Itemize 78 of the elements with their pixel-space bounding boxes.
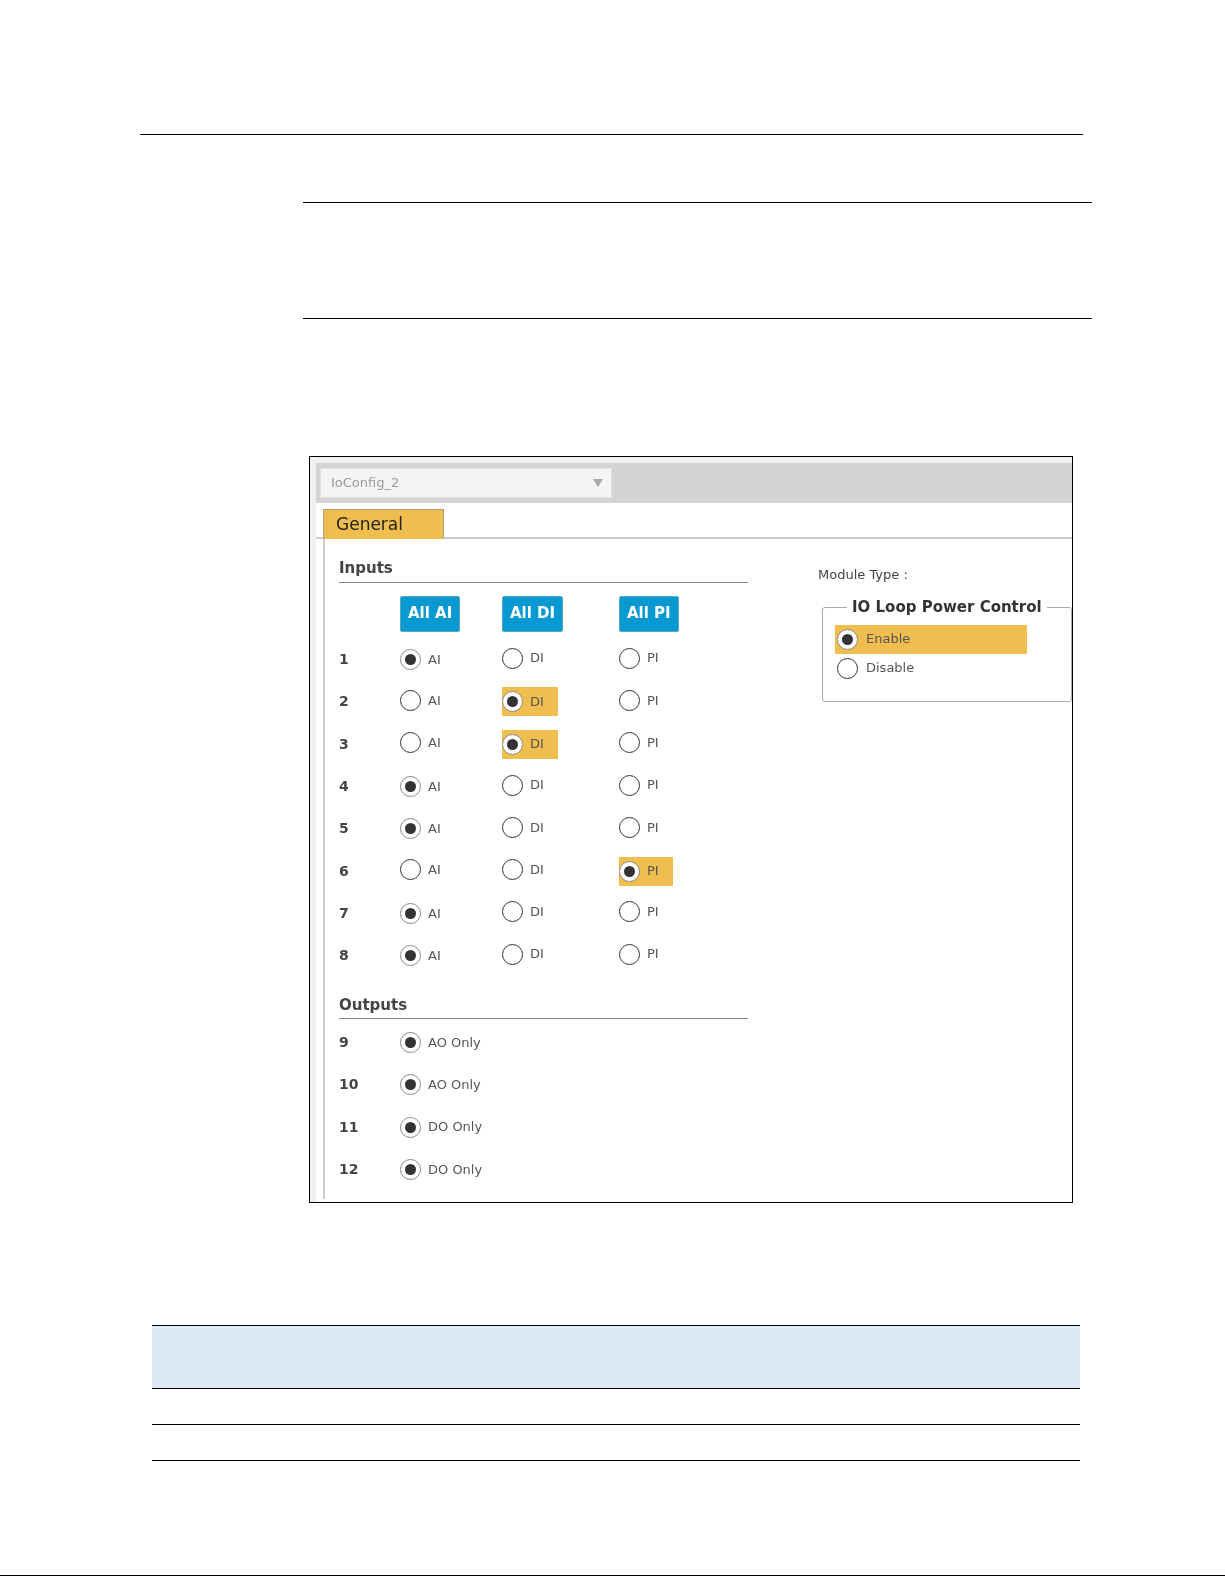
radio-label: AO Only (428, 1033, 481, 1052)
radio-button[interactable] (502, 901, 523, 923)
radio-button[interactable] (619, 774, 640, 796)
radio-label: PI (647, 945, 659, 964)
radio-label: AI (428, 777, 441, 796)
radio-label: AI (428, 904, 441, 923)
radio-button[interactable] (400, 1032, 421, 1053)
radio-button[interactable] (502, 816, 523, 838)
radio-button[interactable] (619, 901, 640, 923)
radio-button[interactable] (400, 1074, 421, 1096)
radio-button[interactable] (502, 647, 523, 669)
radio-label: AI (428, 860, 441, 879)
radio-button[interactable] (400, 732, 421, 754)
radio-button[interactable] (400, 776, 421, 798)
row-number: 3 (339, 734, 350, 754)
radio-button[interactable] (400, 859, 421, 881)
radio-label: PI (647, 734, 659, 752)
radio-label: DO Only (428, 1118, 483, 1137)
section-heading: Inputs (339, 557, 748, 583)
radio-button[interactable] (400, 818, 421, 840)
radio-button[interactable] (619, 943, 640, 965)
radio-label: AI (428, 734, 441, 752)
caret-icon (593, 479, 603, 487)
radio-button[interactable] (502, 943, 523, 965)
radio-button[interactable] (619, 647, 640, 669)
radio-label: DI (530, 903, 544, 922)
radio-label: AO Only (428, 1076, 481, 1095)
radio-label: AI (428, 650, 441, 669)
radio-label: PI (647, 862, 659, 881)
dropdown-value: IoConfig_2 (331, 474, 400, 493)
radio-button[interactable] (837, 657, 858, 679)
radio-button[interactable] (400, 1158, 421, 1180)
radio-label: AI (428, 820, 441, 839)
row-number: 11 (339, 1117, 360, 1137)
row-number: 8 (339, 946, 350, 966)
radio-label: DI (530, 945, 544, 964)
radio-label: PI (647, 818, 659, 837)
row-number: 7 (339, 903, 350, 923)
row-number: 6 (339, 861, 350, 881)
section-heading: Outputs (339, 993, 748, 1020)
tab[interactable]: General (323, 509, 444, 539)
radio-label: Disable (866, 659, 915, 678)
radio-label: DI (530, 860, 544, 879)
radio-button[interactable] (619, 732, 640, 754)
radio-label: PI (647, 691, 659, 710)
radio-label: DI (530, 776, 544, 795)
select-all-button[interactable]: All PI (619, 595, 679, 632)
row-number: 12 (339, 1159, 360, 1179)
radio-button[interactable] (400, 649, 421, 671)
radio-label: DO Only (428, 1160, 483, 1179)
radio-button[interactable] (400, 902, 421, 924)
row-number: 9 (339, 1033, 350, 1052)
radio-button[interactable] (400, 1116, 421, 1138)
radio-label: DI (530, 649, 544, 668)
radio-label: AI (428, 691, 441, 710)
radio-label: DI (530, 735, 544, 754)
radio-label: PI (647, 649, 659, 668)
radio-label: AI (428, 946, 441, 965)
row-number: 1 (339, 650, 350, 670)
config-dropdown[interactable]: IoConfig_2 (320, 468, 612, 498)
row-number: 5 (339, 819, 350, 839)
radio-label: PI (647, 776, 659, 795)
radio-button[interactable] (400, 945, 421, 967)
radio-button[interactable] (619, 689, 640, 711)
select-all-button[interactable]: All DI (502, 595, 564, 632)
row-number: 10 (339, 1075, 360, 1095)
row-number: 4 (339, 777, 350, 797)
radio-button[interactable] (619, 816, 640, 838)
radio-label: DI (530, 818, 544, 837)
radio-button[interactable] (400, 689, 421, 711)
radio-label: DI (530, 693, 544, 712)
select-all-button[interactable]: All AI (400, 595, 461, 632)
radio-button[interactable] (502, 859, 523, 881)
radio-label: PI (647, 903, 659, 922)
radio-button[interactable] (502, 774, 523, 796)
radio-label: Enable (866, 630, 911, 649)
module-type-label: Module Type : (818, 566, 909, 584)
row-number: 2 (339, 692, 350, 712)
